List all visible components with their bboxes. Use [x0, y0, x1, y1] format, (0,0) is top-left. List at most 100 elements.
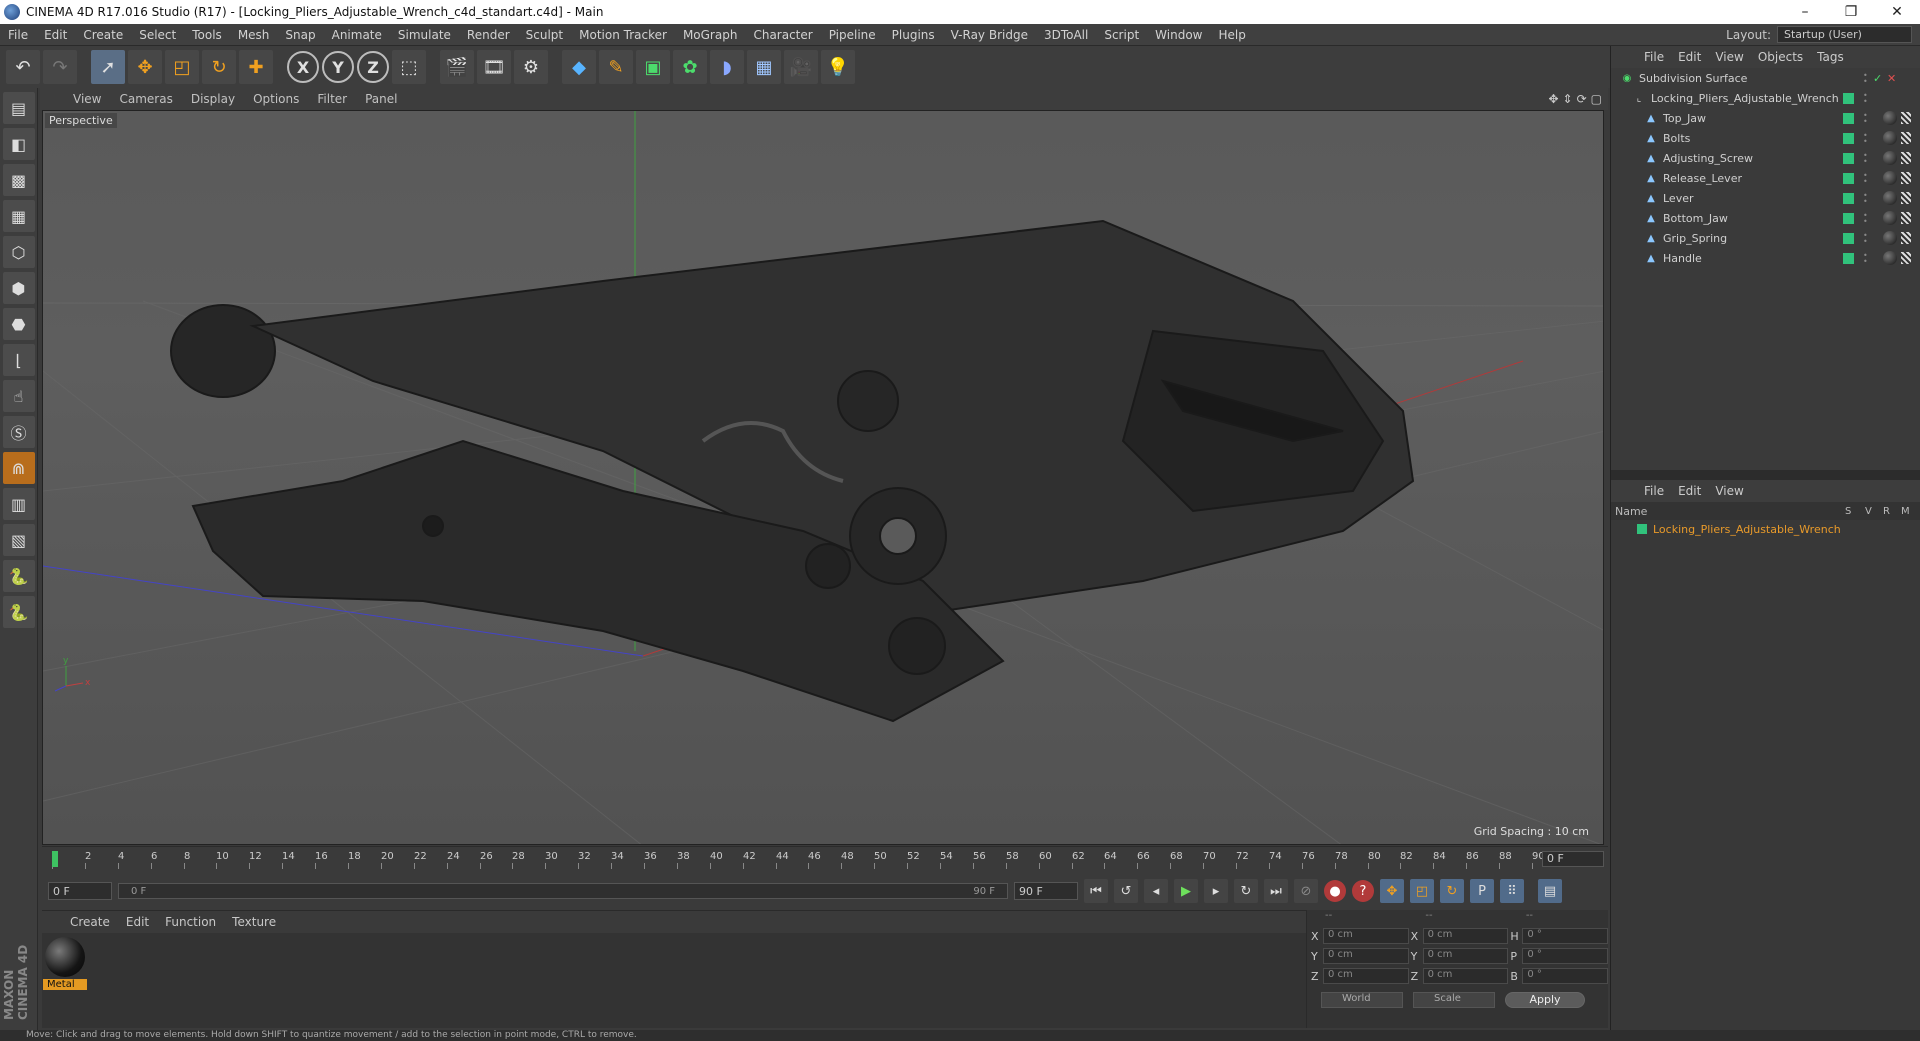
material-tag-icon[interactable] [1883, 251, 1897, 265]
coordinate-system-icon[interactable]: ⬚ [392, 50, 426, 84]
menu-help[interactable]: Help [1210, 28, 1253, 42]
y-axis-icon[interactable]: Y [322, 51, 354, 83]
pan-icon[interactable]: ✥ [1548, 92, 1558, 106]
python-icon[interactable]: 🐍 [2, 560, 35, 592]
visibility-dots-icon[interactable]: • • [1863, 111, 1868, 125]
light-icon[interactable]: 💡 [821, 50, 855, 84]
pos-y-field[interactable]: 0 cm [1322, 948, 1409, 964]
orbit-icon[interactable]: ⟳ [1577, 92, 1587, 106]
rot-h-field[interactable]: 0 ° [1522, 928, 1609, 944]
snap-icon[interactable]: Ⓢ [2, 416, 35, 448]
magnet-icon[interactable]: ⋒ [2, 452, 35, 484]
texture-mode-icon[interactable]: ▩ [2, 164, 35, 196]
objects-menu-objects[interactable]: Objects [1751, 50, 1810, 64]
subdivision-icon[interactable]: ▣ [636, 50, 670, 84]
layers-menu-edit[interactable]: Edit [1671, 484, 1708, 498]
layer-tag-icon[interactable] [1843, 92, 1854, 104]
polygons-mode-icon[interactable]: ⬣ [2, 308, 35, 340]
key-pla-icon[interactable]: ⠿ [1500, 879, 1524, 903]
viewport-camera-label[interactable]: Perspective [45, 113, 117, 128]
go-to-start-icon[interactable]: ⏮ [1084, 879, 1108, 903]
key-rotation-icon[interactable]: ↻ [1440, 879, 1464, 903]
layers-menu-view[interactable]: View [1708, 484, 1750, 498]
deformer-icon[interactable]: ◗ [710, 50, 744, 84]
model-mode-icon[interactable]: ◧ [2, 128, 35, 160]
key-position-icon[interactable]: ✥ [1380, 879, 1404, 903]
viewport-menu-panel[interactable]: Panel [358, 92, 404, 106]
key-scale-icon[interactable]: ◰ [1410, 879, 1434, 903]
menu-file[interactable]: File [0, 28, 36, 42]
floor-icon[interactable]: ▦ [747, 50, 781, 84]
objects-menu-view[interactable]: View [1708, 50, 1750, 64]
lock-workplane-icon[interactable]: ▧ [2, 524, 35, 556]
menu-mesh[interactable]: Mesh [230, 28, 278, 42]
texture-tag-icon[interactable] [1901, 212, 1911, 224]
object-row[interactable]: ⌞ Locking_Pliers_Adjustable_Wrench • • [1611, 88, 1920, 108]
menu-pipeline[interactable]: Pipeline [821, 28, 884, 42]
menu-plugins[interactable]: Plugins [884, 28, 943, 42]
visibility-dots-icon[interactable]: • • [1863, 231, 1868, 245]
go-to-end-icon[interactable]: ⏭ [1264, 879, 1288, 903]
current-frame-field[interactable]: 0 F [1542, 851, 1604, 867]
rot-p-field[interactable]: 0 ° [1522, 948, 1609, 964]
objects-menu-edit[interactable]: Edit [1671, 50, 1708, 64]
cube-icon[interactable]: ◆ [562, 50, 596, 84]
material-tag-icon[interactable] [1883, 111, 1897, 125]
timeline-window-icon[interactable]: ▤ [1538, 879, 1562, 903]
material-menu-edit[interactable]: Edit [118, 915, 157, 929]
maximize-button[interactable]: ❐ [1828, 0, 1874, 24]
add-icon[interactable]: ✚ [239, 50, 273, 84]
z-axis-icon[interactable]: Z [357, 51, 389, 83]
objects-menu-file[interactable]: File [1637, 50, 1671, 64]
material-menu-texture[interactable]: Texture [224, 915, 284, 929]
material-tag-icon[interactable] [1883, 151, 1897, 165]
material-tag-icon[interactable] [1883, 211, 1897, 225]
material-tag-icon[interactable] [1883, 131, 1897, 145]
objects-menu-tags[interactable]: Tags [1810, 50, 1851, 64]
tweak-icon[interactable]: ☝ [2, 380, 35, 412]
pos-x-field[interactable]: 0 cm [1322, 928, 1409, 944]
python-script-icon[interactable]: 🐍 [2, 596, 35, 628]
menu-3dtoall[interactable]: 3DToAll [1036, 28, 1096, 42]
next-key-icon[interactable]: ↻ [1234, 879, 1258, 903]
visibility-dots-icon[interactable]: • • [1863, 91, 1868, 105]
object-row[interactable]: ▲ Handle • • [1611, 248, 1920, 268]
axis-mode-icon[interactable]: ⌊ [2, 344, 35, 376]
visibility-dots-icon[interactable]: • • [1863, 151, 1868, 165]
layer-tag-icon[interactable] [1843, 212, 1854, 224]
make-editable-icon[interactable]: ▤ [2, 92, 35, 124]
visibility-dots-icon[interactable]: • • [1863, 171, 1868, 185]
maximize-view-icon[interactable]: ▢ [1591, 92, 1602, 106]
visibility-dots-icon[interactable]: • • [1863, 191, 1868, 205]
texture-tag-icon[interactable] [1901, 172, 1911, 184]
layer-tag-icon[interactable] [1843, 172, 1854, 184]
menu-snap[interactable]: Snap [277, 28, 323, 42]
workplane-icon[interactable]: ▦ [2, 200, 35, 232]
material-menu-create[interactable]: Create [62, 915, 118, 929]
x-axis-icon[interactable]: X [287, 51, 319, 83]
texture-tag-icon[interactable] [1901, 152, 1911, 164]
menu-create[interactable]: Create [75, 28, 131, 42]
layer-tag-icon[interactable] [1843, 152, 1854, 164]
object-row[interactable]: ▲ Bolts • • [1611, 128, 1920, 148]
object-row[interactable]: ▲ Top_Jaw • • [1611, 108, 1920, 128]
zoom-icon[interactable]: ⇕ [1563, 92, 1573, 106]
material-menu-function[interactable]: Function [157, 915, 224, 929]
menu-mograph[interactable]: MoGraph [675, 28, 746, 42]
material-metal[interactable]: Metal [42, 937, 88, 990]
material-tag-icon[interactable] [1883, 231, 1897, 245]
menu-tools[interactable]: Tools [184, 28, 230, 42]
visibility-dots-icon[interactable]: • • [1863, 251, 1868, 265]
menu-script[interactable]: Script [1096, 28, 1147, 42]
menu-animate[interactable]: Animate [324, 28, 390, 42]
redo-icon[interactable]: ↷ [43, 50, 77, 84]
object-row[interactable]: ▲ Grip_Spring • • [1611, 228, 1920, 248]
play-icon[interactable]: ▶ [1174, 879, 1198, 903]
keyframe-selection-icon[interactable]: ? [1352, 880, 1374, 902]
layer-tag-icon[interactable] [1843, 232, 1854, 244]
viewport-menu-options[interactable]: Options [246, 92, 306, 106]
menu-window[interactable]: Window [1147, 28, 1210, 42]
apply-button[interactable]: Apply [1505, 992, 1585, 1008]
layer-tag-icon[interactable] [1843, 192, 1854, 204]
autokeying-icon[interactable]: ● [1324, 880, 1346, 902]
